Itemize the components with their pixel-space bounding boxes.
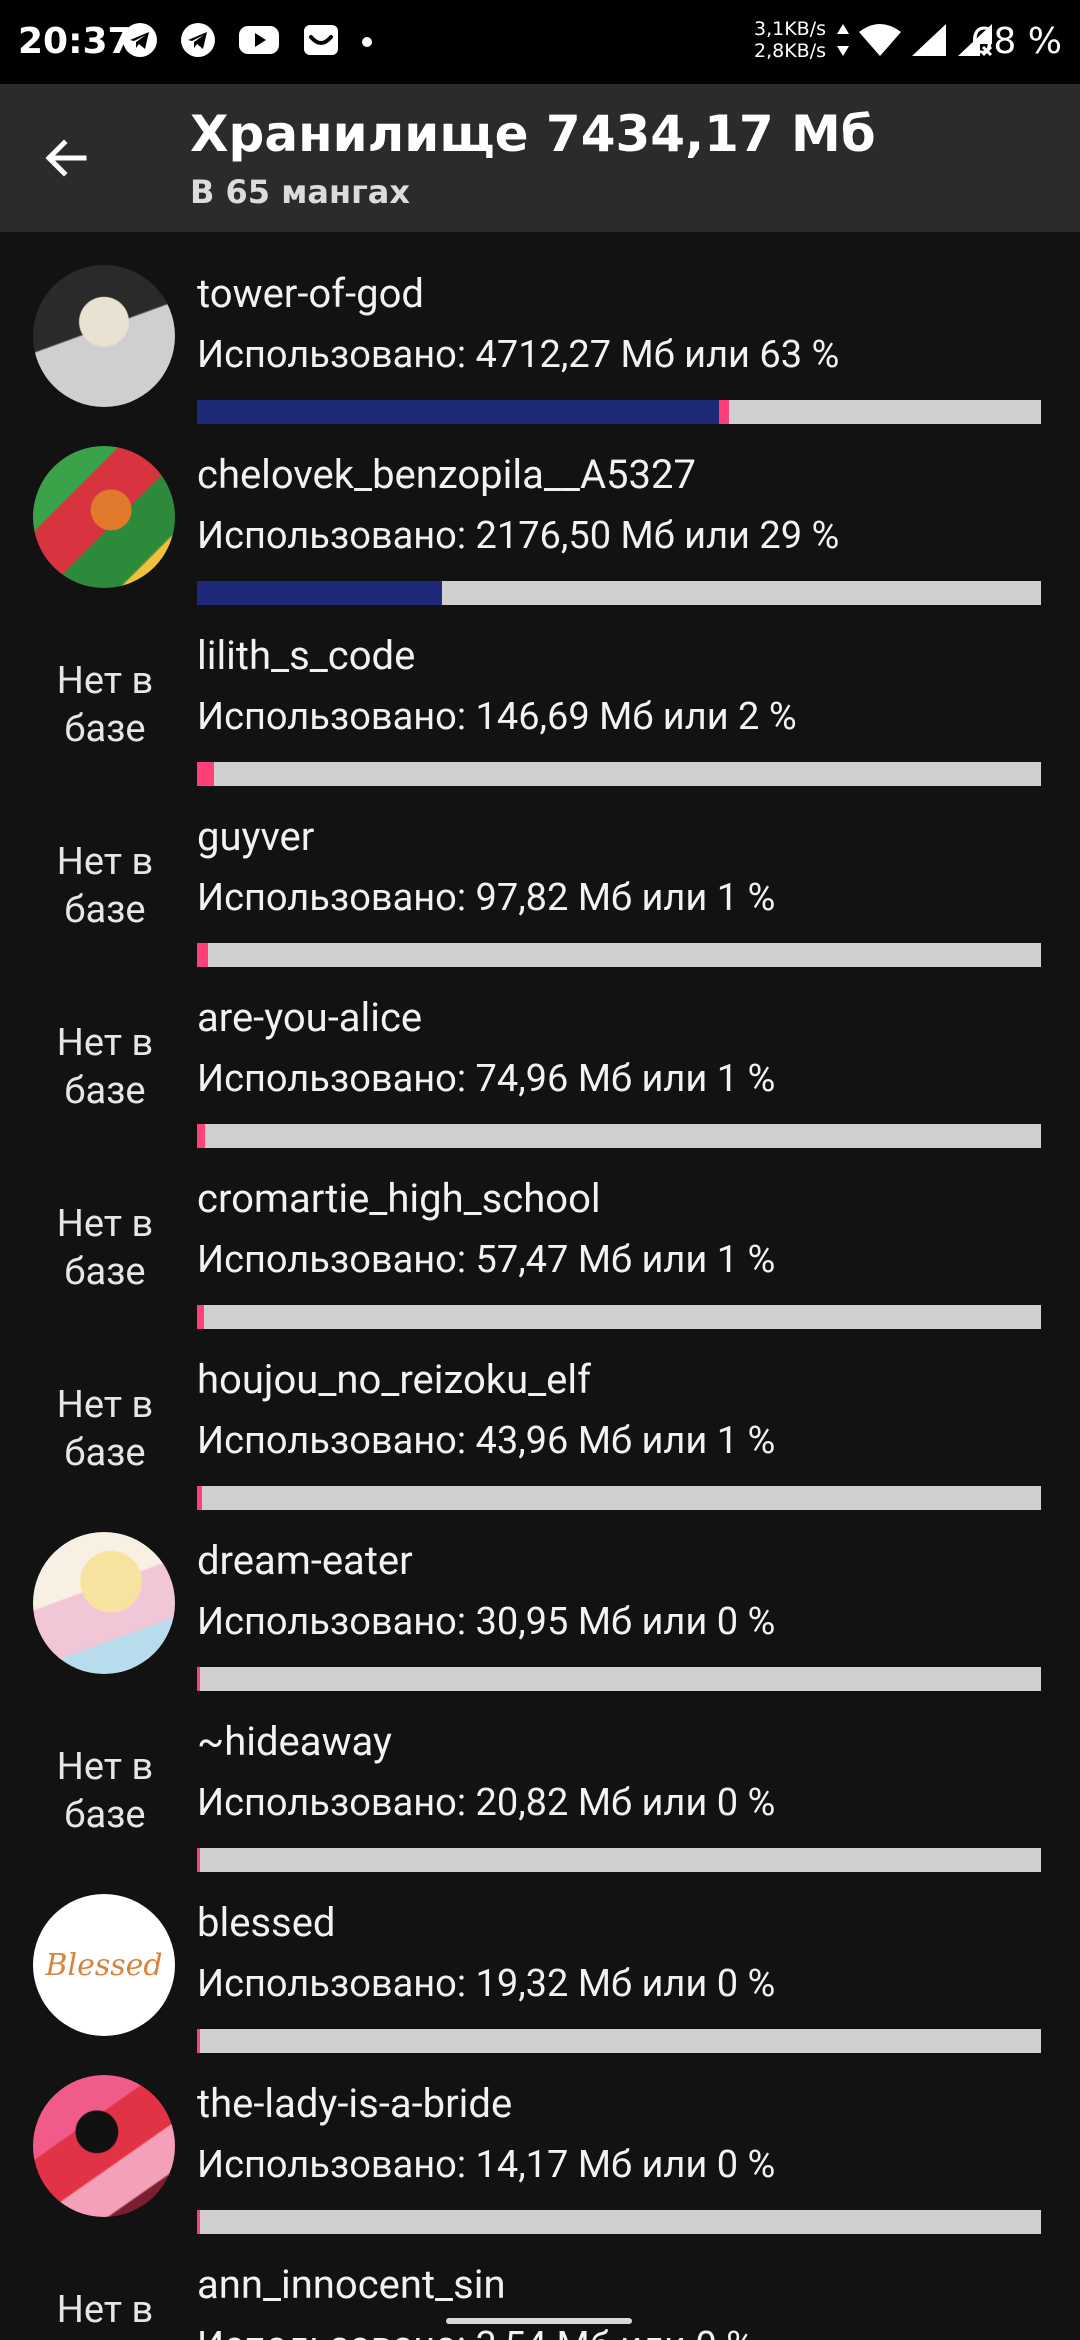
manga-usage-text: Использовано: 30,95 Мб или 0 % <box>197 1600 776 1644</box>
data-arrows-icon <box>836 22 850 62</box>
not-in-database-label: Нет в базе <box>56 840 154 932</box>
list-item[interactable]: chelovek_benzopila__A5327 Использовано: … <box>0 413 1080 605</box>
manga-cover-thumbnail <box>33 446 175 588</box>
manga-title: tower-of-god <box>197 270 424 317</box>
arrow-left-icon <box>45 139 87 177</box>
manga-title: guyver <box>197 813 315 860</box>
manga-cover-thumbnail <box>33 2075 175 2217</box>
gesture-navigation-bar[interactable] <box>446 2318 632 2324</box>
wifi-icon <box>858 22 902 62</box>
manga-title: lilith_s_code <box>197 632 416 679</box>
manga-title: houjou_no_reizoku_elf <box>197 1356 592 1403</box>
manga-usage-text: Использовано: 146,69 Мб или 2 % <box>197 695 797 739</box>
list-item[interactable]: Нет в базе houjou_no_reizoku_elf Использ… <box>0 1318 1080 1510</box>
manga-usage-text: Использовано: 97,82 Мб или 1 % <box>197 876 776 920</box>
manga-title: cromartie_high_school <box>197 1175 601 1222</box>
dot-icon <box>362 37 372 47</box>
not-in-database-label: Нет в базе <box>56 1745 154 1837</box>
manga-title: blessed <box>197 1899 336 1946</box>
not-in-database-label: Нет в базе <box>56 2288 154 2340</box>
signal-icon <box>910 22 948 62</box>
manga-storage-list: tower-of-god Использовано: 4712,27 Мб ил… <box>0 232 1080 2340</box>
list-item[interactable]: dream-eater Использовано: 30,95 Мб или 0… <box>0 1499 1080 1691</box>
list-item[interactable]: Нет в базе are-you-alice Использовано: 7… <box>0 956 1080 1148</box>
list-item[interactable]: Нет в базе cromartie_high_school Использ… <box>0 1137 1080 1329</box>
manga-usage-text: Использовано: 20,82 Мб или 0 % <box>197 1781 776 1825</box>
not-in-database-label: Нет в базе <box>56 1202 154 1294</box>
list-item[interactable]: tower-of-god Использовано: 4712,27 Мб ил… <box>0 232 1080 424</box>
page-subtitle: В 65 мангах <box>190 173 411 211</box>
battery-level: 68 % <box>970 21 1062 62</box>
youtube-icon <box>238 24 280 60</box>
list-item[interactable]: Нет в базе lilith_s_code Использовано: 1… <box>0 594 1080 786</box>
manga-cover-thumbnail <box>33 1532 175 1674</box>
network-speed-up: 3,1KB/s <box>753 18 826 40</box>
list-item[interactable]: Нет в базе ~hideaway Использовано: 20,82… <box>0 1680 1080 1872</box>
manga-usage-text: Использовано: 74,96 Мб или 1 % <box>197 1057 776 1101</box>
network-speed: 3,1KB/s 2,8KB/s <box>748 18 826 62</box>
manga-title: chelovek_benzopila__A5327 <box>197 451 696 498</box>
cover-logo-script: Blessed <box>45 1947 163 1983</box>
manga-usage-text: Использовано: 43,96 Мб или 1 % <box>197 1419 776 1463</box>
storage-screen: 20:37 3,1KB/s 2,8KB/s 68 % Хранилище 743… <box>0 0 1080 2340</box>
list-item[interactable]: the-lady-is-a-bride Использовано: 14,17 … <box>0 2042 1080 2234</box>
manga-title: dream-eater <box>197 1537 413 1584</box>
manga-usage-text: Использовано: 19,32 Мб или 0 % <box>197 1962 776 2006</box>
telegram-icon <box>180 22 216 62</box>
network-speed-down: 2,8KB/s <box>753 40 826 62</box>
manga-usage-text: Использовано: 2176,50 Мб или 29 % <box>197 514 840 558</box>
not-in-database-label: Нет в базе <box>56 1383 154 1475</box>
manga-usage-text: Использовано: 14,17 Мб или 0 % <box>197 2143 776 2187</box>
manga-title: are-you-alice <box>197 994 423 1041</box>
manga-cover-thumbnail <box>33 265 175 407</box>
manga-title: ~hideaway <box>197 1718 392 1765</box>
mail-icon <box>302 21 340 63</box>
status-notification-icons <box>122 20 372 64</box>
manga-cover-thumbnail: Blessed <box>33 1894 175 2036</box>
telegram-icon <box>122 22 158 62</box>
manga-title: the-lady-is-a-bride <box>197 2080 513 2127</box>
status-bar: 20:37 3,1KB/s 2,8KB/s 68 % <box>0 0 1080 84</box>
manga-usage-text: Использовано: 4712,27 Мб или 63 % <box>197 333 840 377</box>
manga-usage-text: Использовано: 57,47 Мб или 1 % <box>197 1238 776 1282</box>
app-bar: Хранилище 7434,17 Мб В 65 мангах <box>0 84 1080 232</box>
not-in-database-label: Нет в базе <box>56 1021 154 1113</box>
list-item[interactable]: Нет в базе guyver Использовано: 97,82 Мб… <box>0 775 1080 967</box>
status-time: 20:37 <box>18 21 133 62</box>
list-item[interactable]: Blessed blessed Использовано: 19,32 Мб и… <box>0 1861 1080 2053</box>
back-button[interactable] <box>36 128 96 188</box>
page-title: Хранилище 7434,17 Мб <box>190 105 876 163</box>
manga-title: ann_innocent_sin <box>197 2261 506 2308</box>
not-in-database-label: Нет в базе <box>56 659 154 751</box>
